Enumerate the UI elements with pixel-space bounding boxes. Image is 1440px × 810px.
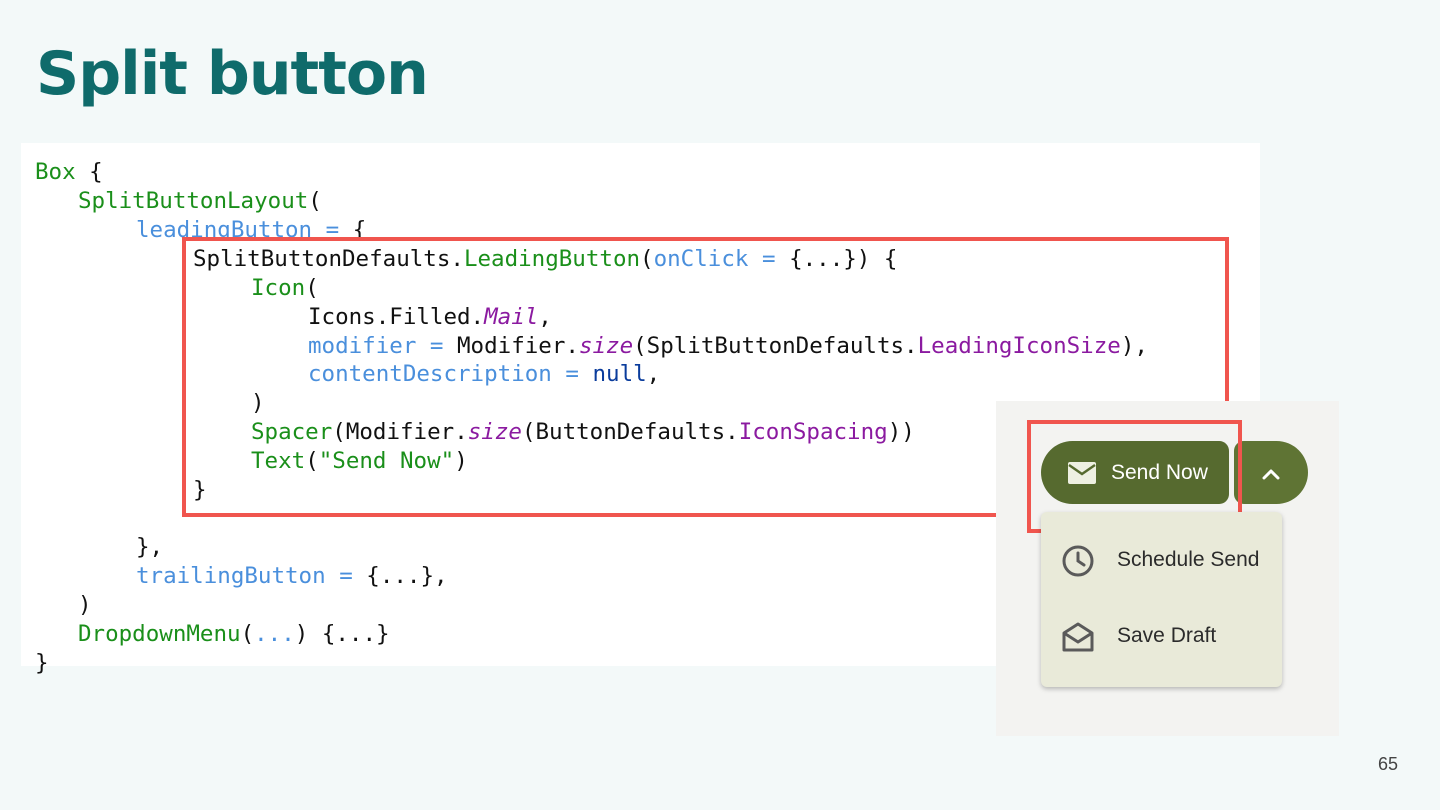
code-token: )) bbox=[887, 419, 915, 445]
code-line-1: Box { bbox=[35, 158, 103, 187]
code-token: ) bbox=[78, 592, 92, 618]
code-line-13: }, bbox=[136, 533, 163, 562]
code-line-7: modifier = Modifier.size(SplitButtonDefa… bbox=[308, 332, 1148, 361]
code-token: = bbox=[748, 246, 790, 272]
code-line-16: DropdownMenu(...) {...} bbox=[78, 620, 390, 649]
slide-title: Split button bbox=[36, 39, 429, 109]
code-token: ( bbox=[305, 448, 319, 474]
split-menu-toggle-button[interactable] bbox=[1234, 441, 1308, 504]
code-token: = bbox=[325, 563, 367, 589]
code-token: size bbox=[467, 419, 522, 445]
code-token: Box bbox=[35, 159, 76, 185]
code-line-5: Icon( bbox=[251, 274, 319, 303]
code-line-15: ) bbox=[78, 591, 92, 620]
code-token: (SplitButtonDefaults. bbox=[633, 333, 918, 359]
menu-item-schedule-send[interactable]: Schedule Send bbox=[1041, 530, 1282, 590]
code-token: LeadingIconSize bbox=[917, 333, 1121, 359]
code-token: SplitButtonDefaults. bbox=[193, 246, 464, 272]
page-number: 65 bbox=[1378, 754, 1399, 774]
code-token: null bbox=[592, 361, 647, 387]
dropdown-menu: Schedule Send Save Draft bbox=[1041, 512, 1282, 687]
code-token: ) {...} bbox=[294, 621, 390, 647]
code-token: ... bbox=[254, 621, 295, 647]
code-line-17: } bbox=[35, 649, 49, 678]
code-line-14: trailingButton = {...}, bbox=[136, 562, 448, 591]
code-token: = bbox=[416, 333, 458, 359]
code-token: LeadingButton bbox=[463, 246, 641, 272]
code-line-10: Spacer(Modifier.size(ButtonDefaults.Icon… bbox=[251, 418, 915, 447]
code-token: ( bbox=[308, 188, 322, 214]
code-token: trailingButton bbox=[136, 563, 326, 589]
code-line-9: ) bbox=[251, 389, 265, 418]
code-token: , bbox=[538, 304, 552, 330]
code-token: Spacer bbox=[251, 419, 333, 445]
code-token: ) bbox=[454, 448, 468, 474]
code-token: Icons.Filled. bbox=[308, 304, 485, 330]
code-token: "Send Now" bbox=[318, 448, 455, 474]
code-line-2: SplitButtonLayout( bbox=[78, 187, 322, 216]
code-token: (Modifier. bbox=[332, 419, 468, 445]
code-token: {...}) { bbox=[789, 246, 898, 272]
drafts-icon bbox=[1061, 620, 1095, 654]
menu-item-label: Schedule Send bbox=[1117, 548, 1260, 571]
code-token: ) bbox=[251, 390, 265, 416]
code-token: IconSpacing bbox=[738, 419, 888, 445]
code-token: (ButtonDefaults. bbox=[521, 419, 739, 445]
code-token: ), bbox=[1120, 333, 1148, 359]
code-token: , bbox=[646, 361, 661, 387]
code-token: contentDescription bbox=[308, 361, 552, 387]
code-token: } bbox=[193, 477, 207, 503]
clock-icon bbox=[1061, 544, 1095, 578]
code-token: }, bbox=[136, 534, 164, 560]
chevron-up-icon bbox=[1260, 466, 1282, 480]
code-line-4: SplitButtonDefaults.LeadingButton(onClic… bbox=[193, 245, 897, 274]
code-token: onClick bbox=[653, 246, 749, 272]
code-token: Modifier. bbox=[457, 333, 579, 359]
code-token: SplitButtonLayout bbox=[78, 188, 309, 214]
code-token: ( bbox=[240, 621, 255, 647]
menu-item-label: Save Draft bbox=[1117, 624, 1217, 647]
code-line-11: Text("Send Now") bbox=[251, 447, 468, 476]
menu-item-save-draft[interactable]: Save Draft bbox=[1041, 606, 1282, 666]
code-line-6: Icons.Filled.Mail, bbox=[308, 303, 552, 332]
code-token: Text bbox=[251, 448, 306, 474]
code-token: { bbox=[75, 159, 103, 185]
code-token: DropdownMenu bbox=[78, 621, 241, 647]
code-token: ( bbox=[640, 246, 654, 272]
code-token: = bbox=[551, 361, 593, 387]
code-token: } bbox=[35, 650, 49, 676]
code-token: modifier bbox=[308, 333, 417, 359]
code-token: Icon bbox=[251, 275, 306, 301]
code-token: {...}, bbox=[366, 563, 448, 589]
code-token: size bbox=[578, 333, 634, 359]
code-line-12: } bbox=[193, 476, 207, 505]
code-token: ( bbox=[305, 275, 319, 301]
code-line-8: contentDescription = null, bbox=[308, 360, 660, 389]
code-token: Mail bbox=[484, 304, 539, 330]
